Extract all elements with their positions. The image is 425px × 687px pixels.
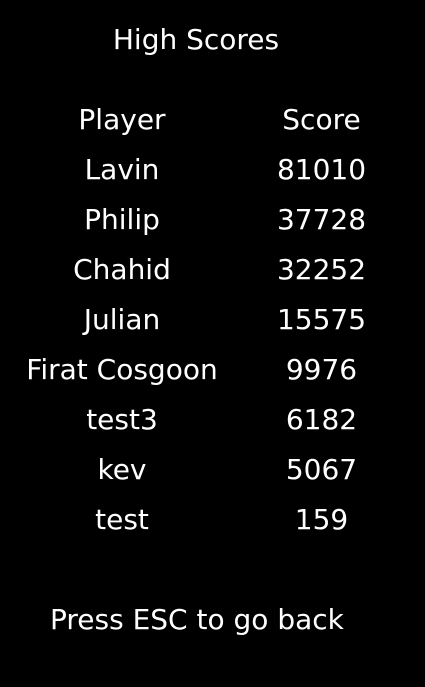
column-header-score: Score — [282, 103, 361, 136]
table-row: Chahid 32252 — [0, 252, 425, 302]
player-name: kev — [97, 453, 147, 486]
player-name: test3 — [86, 403, 158, 436]
player-name: test — [95, 503, 149, 536]
table-row: kev 5067 — [0, 452, 425, 502]
player-score: 5067 — [285, 453, 358, 486]
player-name: Chahid — [73, 253, 171, 286]
player-score: 15575 — [276, 303, 367, 336]
player-score: 37728 — [276, 203, 367, 236]
player-name: Philip — [84, 203, 160, 236]
player-score: 81010 — [276, 153, 367, 186]
player-score: 159 — [294, 503, 349, 536]
table-row: Firat Cosgoon 9976 — [0, 352, 425, 402]
player-name: Lavin — [84, 153, 160, 186]
table-row: Lavin 81010 — [0, 152, 425, 202]
back-instruction: Press ESC to go back — [50, 603, 344, 636]
table-row: test3 6182 — [0, 402, 425, 452]
column-header-player: Player — [78, 103, 166, 136]
table-row: Philip 37728 — [0, 202, 425, 252]
table-row: Julian 15575 — [0, 302, 425, 352]
high-score-table: Player Score Lavin 81010 Philip 37728 Ch… — [0, 102, 425, 552]
player-name: Julian — [83, 303, 161, 336]
page-title: High Scores — [112, 23, 280, 56]
player-name: Firat Cosgoon — [26, 353, 218, 386]
player-score: 6182 — [285, 403, 358, 436]
table-header-row: Player Score — [0, 102, 425, 152]
player-score: 32252 — [276, 253, 367, 286]
player-score: 9976 — [285, 353, 358, 386]
table-row: test 159 — [0, 502, 425, 552]
